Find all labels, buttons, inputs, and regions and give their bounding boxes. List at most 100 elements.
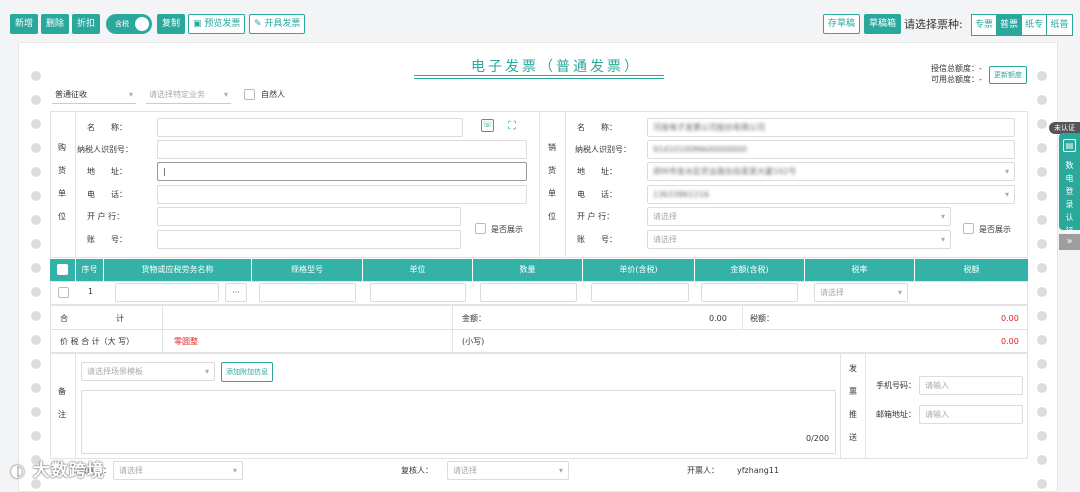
item-unit-input[interactable]: [370, 283, 466, 302]
add-extra-info-button[interactable]: 添加附加信息: [221, 362, 273, 382]
seller-account-select[interactable]: 请选择: [647, 230, 951, 249]
scene-template-select[interactable]: 请选择场景模板: [81, 362, 215, 381]
buyer-show-checkbox[interactable]: [475, 223, 486, 234]
push-phone-label: 手机号码：: [876, 381, 916, 390]
push-email-label: 邮箱地址：: [876, 410, 916, 419]
header-name: 货物或应税劳务名称: [104, 259, 252, 281]
buyer-taxid-label: 纳税人识别号：: [77, 145, 133, 154]
buyer-phone-label: 电 话：: [87, 190, 127, 199]
tax-included-toggle[interactable]: 含税: [106, 14, 152, 34]
punch-hole: [31, 71, 41, 81]
seller-show-label: 是否展示: [979, 225, 1011, 234]
push-email-input[interactable]: 请输入: [919, 405, 1023, 424]
punch-hole: [1037, 287, 1047, 297]
seller-name-input[interactable]: 河南电子发票公司股份有限公司: [647, 118, 1015, 137]
discount-button[interactable]: 折扣: [72, 14, 101, 34]
punch-hole: [31, 215, 41, 225]
buyer-name-input[interactable]: [157, 118, 463, 137]
drawer-value: yfzhang11: [737, 466, 780, 475]
delete-button[interactable]: 删除: [41, 14, 70, 34]
punch-hole: [31, 191, 41, 201]
seller-taxid-input[interactable]: 91410100MA00000000: [647, 140, 1015, 159]
title-underline-2: [414, 78, 664, 79]
item-amount-input[interactable]: [701, 283, 798, 302]
item-spec-input[interactable]: [259, 283, 356, 302]
divider: [539, 111, 540, 258]
watermark: ◐ 大数跨境: [10, 456, 105, 481]
copy-button[interactable]: 复制: [157, 14, 186, 34]
contact-book-icon[interactable]: ☏: [481, 119, 494, 132]
seller-phone-value: 13633861216: [653, 190, 709, 199]
seller-bank-select[interactable]: 请选择: [647, 207, 951, 226]
divider: [75, 111, 76, 258]
tax-label: 税额：: [750, 314, 774, 323]
buyer-name-label: 名 称：: [87, 123, 127, 132]
item-tax-rate-select[interactable]: 请选择: [814, 283, 908, 302]
tax-value: 0.00: [1001, 314, 1019, 323]
seller-account-label: 账 号：: [577, 235, 617, 244]
header-spec: 规格型号: [252, 259, 363, 281]
special-business-select[interactable]: 请选择特定业务: [146, 87, 231, 104]
buyer-section-char: 货: [58, 166, 66, 175]
buyer-phone-input[interactable]: [157, 185, 527, 204]
push-char: 推: [849, 410, 857, 419]
push-phone-input[interactable]: 请输入: [919, 376, 1023, 395]
tax-mode-select[interactable]: 普通征收: [52, 87, 136, 104]
buyer-bank-input[interactable]: [157, 207, 461, 226]
seller-show-checkbox[interactable]: [963, 223, 974, 234]
punch-hole: [1037, 239, 1047, 249]
save-draft-button[interactable]: 存草稿: [823, 14, 861, 34]
ticket-type-paper-special[interactable]: 纸专: [1022, 15, 1047, 35]
punch-hole: [1037, 335, 1047, 345]
more-options-button[interactable]: ···: [225, 283, 247, 302]
natural-person-checkbox[interactable]: [244, 89, 255, 100]
punch-hole: [1037, 215, 1047, 225]
add-button[interactable]: 新增: [10, 14, 39, 34]
seller-phone-select[interactable]: 13633861216: [647, 185, 1015, 204]
header-tax-amount: 税额: [963, 265, 980, 274]
draft-box-button[interactable]: 草稿箱: [864, 14, 902, 34]
punch-hole: [31, 431, 41, 441]
scan-icon[interactable]: ⛶: [505, 119, 519, 132]
punch-hole: [31, 287, 41, 297]
preview-invoice-button[interactable]: ▣ 预览发票: [188, 14, 246, 34]
ticket-type-special[interactable]: 专票: [972, 15, 997, 35]
remarks-textarea[interactable]: [81, 390, 836, 454]
divider: [75, 353, 76, 459]
punch-hole: [1037, 479, 1047, 489]
reviewer-select[interactable]: 请选择: [447, 461, 569, 480]
seller-section-char: 销: [548, 143, 556, 152]
ticket-type-selector[interactable]: 专票 普票 纸专 纸普: [971, 14, 1073, 36]
punch-hole: [31, 95, 41, 105]
item-name-input[interactable]: [115, 283, 219, 302]
ticket-type-normal[interactable]: 普票: [997, 15, 1022, 35]
punch-hole: [1037, 167, 1047, 177]
invoice-title: 电子发票（普通发票）: [471, 59, 641, 75]
payee-select[interactable]: 请选择: [113, 461, 243, 480]
remarks-char: 注: [58, 410, 66, 419]
punch-hole: [1037, 407, 1047, 417]
punch-hole: [31, 359, 41, 369]
ticket-type-paper-normal[interactable]: 纸普: [1047, 15, 1072, 35]
buyer-account-input[interactable]: [157, 230, 461, 249]
credit-total: 授信总额度：-: [931, 64, 982, 73]
buyer-address-input[interactable]: |: [157, 162, 527, 181]
divider: [742, 305, 743, 329]
seller-address-select[interactable]: 郑州市金水区农业路东段某某大厦102号: [647, 162, 1015, 181]
select-all-checkbox[interactable]: [57, 264, 68, 275]
issue-invoice-button[interactable]: ✎ 开具发票: [249, 14, 306, 34]
buyer-taxid-input[interactable]: [157, 140, 527, 159]
digital-login-auth-button[interactable]: ▤ 数 电 登 录 认 证: [1059, 133, 1080, 235]
side-label-char: 录: [1065, 200, 1074, 209]
update-quota-button[interactable]: 更新额度: [989, 66, 1027, 84]
item-quantity-input[interactable]: [480, 283, 577, 302]
row-checkbox[interactable]: [58, 287, 69, 298]
punch-hole: [1037, 119, 1047, 129]
grand-total-lower-value: 0.00: [1001, 337, 1019, 346]
items-table-header: 序号 货物或应税劳务名称 规格型号 单位 数量 单价(含税) 金额(含税) 税率…: [50, 259, 1028, 281]
buyer-address-label: 地 址：: [87, 167, 127, 176]
seller-name-label: 名 称：: [577, 123, 617, 132]
collapse-panel-button[interactable]: »: [1059, 234, 1080, 250]
punch-hole: [31, 263, 41, 273]
item-unit-price-input[interactable]: [591, 283, 689, 302]
